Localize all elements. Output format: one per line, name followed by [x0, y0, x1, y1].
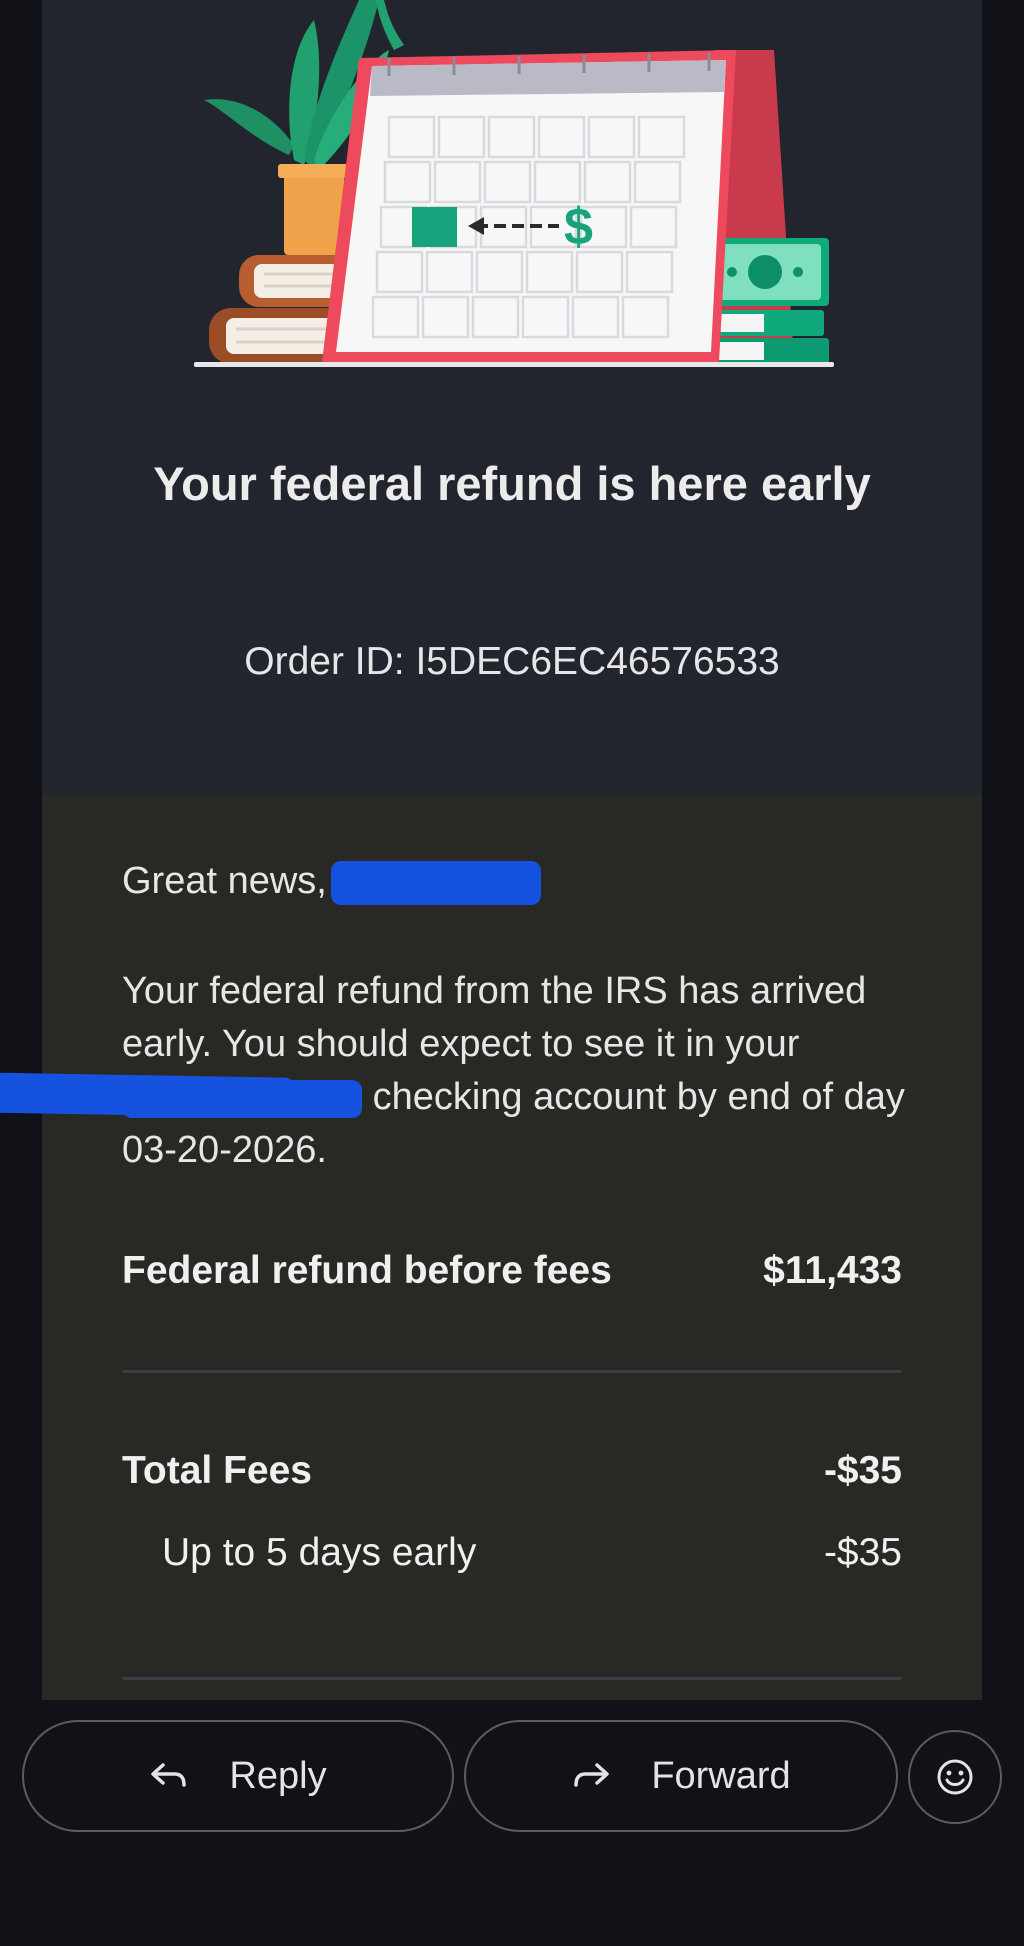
refund-before-fees-amount: $11,433 [763, 1249, 902, 1292]
divider [122, 1370, 902, 1373]
redaction-mark [0, 1072, 297, 1118]
dollar-sign-icon: $ [564, 198, 593, 256]
reply-button[interactable]: Reply [22, 1720, 454, 1832]
refund-before-fees-label: Federal refund before fees [122, 1249, 612, 1292]
forward-arrow-icon [574, 1763, 610, 1787]
forward-button[interactable]: Forward [464, 1720, 898, 1832]
order-id-value: I5DEC6EC46576533 [415, 640, 780, 683]
divider [122, 1677, 902, 1680]
email-message-body: $ Your federal refund is here early Orde… [0, 0, 982, 1700]
order-id-label: Order ID: [244, 640, 405, 683]
greeting-text: Great news, [122, 860, 327, 902]
total-fees-label: Total Fees [122, 1449, 312, 1492]
smiley-face-icon [937, 1759, 973, 1795]
greeting-line: Great news, [122, 855, 541, 907]
total-fees-amount: -$35 [823, 1449, 902, 1492]
email-screen: $ Your federal refund is here early Orde… [0, 0, 1024, 1946]
forward-label: Forward [651, 1754, 791, 1797]
email-title: Your federal refund is here early [153, 457, 871, 510]
fee-item-amount: -$35 [823, 1531, 902, 1574]
refund-message-part1: Your federal refund from the IRS has arr… [122, 970, 867, 1065]
calendar-icon: $ [322, 50, 736, 362]
email-content: Great news, Your federal refund from the… [0, 795, 982, 1700]
reply-arrow-icon [151, 1763, 187, 1787]
refund-message: Your federal refund from the IRS has arr… [122, 965, 912, 1177]
message-actions-bar: Reply Forward [0, 1720, 1024, 1835]
redacted-name [330, 860, 541, 905]
email-hero: $ Your federal refund is here early Orde… [42, 0, 982, 795]
reply-label: Reply [229, 1754, 327, 1797]
emoji-reaction-button[interactable] [908, 1730, 1002, 1824]
order-id-line: Order ID: I5DEC6EC46576533 [42, 638, 982, 686]
fee-item-label: Up to 5 days early [162, 1531, 477, 1574]
refund-calendar-illustration: $ [194, 0, 834, 367]
